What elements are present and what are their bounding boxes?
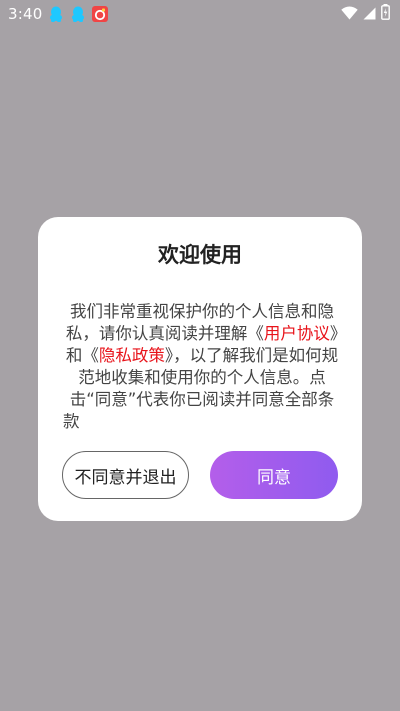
qq-icon: [70, 6, 86, 22]
battery-icon: [381, 4, 390, 24]
qq-icon: [48, 6, 64, 22]
status-bar: 3:40: [0, 0, 400, 28]
status-time: 3:40: [8, 5, 43, 23]
status-right: [341, 4, 390, 24]
cell-signal-icon: [363, 5, 376, 24]
status-left: 3:40: [8, 5, 109, 23]
dialog-title: 欢迎使用: [158, 243, 242, 267]
user-agreement-link[interactable]: 用户协议: [264, 324, 330, 343]
wifi-icon: [341, 5, 358, 24]
privacy-policy-link[interactable]: 隐私政策: [99, 346, 165, 365]
agree-button[interactable]: 同意: [210, 451, 338, 499]
decline-and-exit-button[interactable]: 不同意并退出: [62, 451, 189, 499]
camera-app-icon: [92, 6, 109, 22]
dialog-body: 我们非常重视保护你的个人信息和隐私，请你认真阅读并理解《用户协议》和《隐私政策》…: [63, 301, 341, 433]
privacy-dialog: 欢迎使用 我们非常重视保护你的个人信息和隐私，请你认真阅读并理解《用户协议》和《…: [38, 217, 362, 521]
